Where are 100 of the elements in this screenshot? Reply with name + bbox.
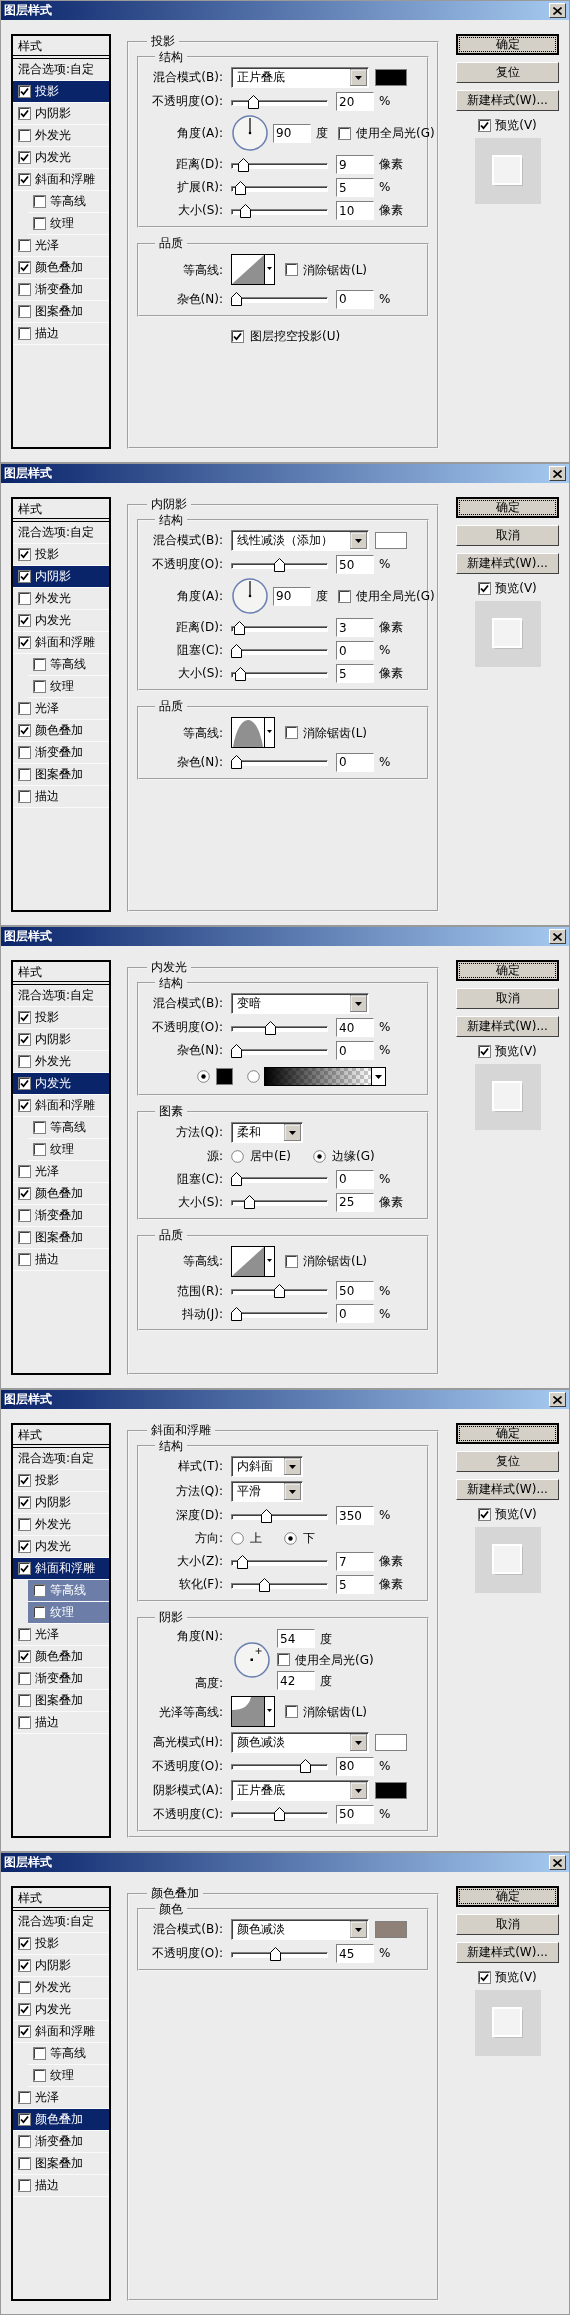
dropdown[interactable]: 线性减淡（添加） (231, 530, 369, 552)
checkbox[interactable] (18, 548, 31, 561)
slider-thumb[interactable] (274, 557, 285, 572)
checkbox[interactable] (18, 1959, 31, 1972)
dropdown[interactable]: 柔和 (231, 1121, 303, 1143)
checkbox[interactable] (18, 107, 31, 120)
close-button[interactable] (549, 1855, 566, 1870)
angle-dial[interactable] (231, 114, 269, 153)
slider-thumb[interactable] (231, 643, 242, 658)
style-list-item[interactable]: 内阴影 (13, 103, 109, 125)
style-list-item[interactable]: 光泽 (13, 1624, 109, 1646)
style-list-item[interactable]: 外发光 (13, 125, 109, 147)
style-list-item[interactable]: 外发光 (13, 1514, 109, 1536)
style-list-item[interactable]: 描边 (13, 2175, 109, 2197)
style-list-item[interactable]: 图案叠加 (13, 1690, 109, 1712)
checkbox[interactable] (18, 2003, 31, 2016)
checkbox[interactable] (33, 2069, 46, 2082)
checkbox[interactable] (285, 263, 298, 277)
checkbox[interactable] (18, 2113, 31, 2126)
checkbox[interactable] (33, 658, 46, 671)
dialog-button[interactable]: 新建样式(W)... (456, 1479, 559, 1500)
slider-thumb[interactable] (231, 1306, 242, 1321)
value-field[interactable]: 5 (336, 1575, 374, 1595)
dialog-button[interactable]: 取消 (456, 1914, 559, 1935)
checkbox[interactable] (18, 1033, 31, 1046)
style-list-item[interactable]: 颜色叠加 (13, 1183, 109, 1205)
style-list-item[interactable]: 斜面和浮雕 (13, 2021, 109, 2043)
slider-thumb[interactable] (274, 1807, 285, 1822)
style-list-item[interactable]: 外发光 (13, 1977, 109, 1999)
style-list-item[interactable]: 渐变叠加 (13, 1205, 109, 1227)
checkbox[interactable] (18, 2157, 31, 2170)
checkbox[interactable] (18, 1650, 31, 1663)
radio-button[interactable] (284, 1532, 297, 1546)
style-list-item[interactable]: 混合选项:自定 (13, 1911, 109, 1933)
contour-picker[interactable] (231, 1696, 275, 1728)
checkbox[interactable] (18, 261, 31, 274)
slider-thumb[interactable] (231, 292, 242, 307)
checkbox[interactable] (18, 1253, 31, 1266)
checkbox[interactable] (18, 592, 31, 605)
style-list-item[interactable]: 描边 (13, 1712, 109, 1734)
style-list-item[interactable]: 投影 (13, 1470, 109, 1492)
style-list-item[interactable]: 光泽 (13, 235, 109, 257)
checkbox[interactable] (18, 85, 31, 98)
dialog-button[interactable]: 新建样式(W)... (456, 1942, 559, 1963)
gradient-picker[interactable] (264, 1066, 386, 1086)
checkbox[interactable] (18, 1540, 31, 1553)
radio-button[interactable] (197, 1069, 210, 1083)
checkbox[interactable] (18, 1187, 31, 1200)
slider-thumb[interactable] (237, 1554, 248, 1569)
checkbox[interactable] (18, 702, 31, 715)
value-field[interactable]: 25 (336, 1192, 374, 1212)
dialog-button[interactable]: 取消 (456, 988, 559, 1009)
checkbox[interactable] (478, 1507, 492, 1521)
checkbox[interactable] (18, 2179, 31, 2192)
checkbox[interactable] (18, 724, 31, 737)
slider-thumb[interactable] (239, 203, 251, 218)
checkbox[interactable] (18, 1518, 31, 1531)
value-field[interactable]: 9 (336, 155, 374, 175)
checkbox[interactable] (18, 327, 31, 340)
checkbox[interactable] (18, 2135, 31, 2148)
value-field[interactable]: 80 (336, 1756, 374, 1776)
checkbox[interactable] (18, 768, 31, 781)
value-field[interactable]: 10 (336, 201, 374, 221)
checkbox[interactable] (338, 589, 351, 603)
dialog-button[interactable]: 确定 (456, 1886, 559, 1907)
dialog-button[interactable]: 确定 (456, 497, 559, 518)
slider-thumb[interactable] (235, 180, 247, 195)
value-field[interactable]: 50 (336, 555, 374, 575)
checkbox[interactable] (18, 2091, 31, 2104)
style-list-item[interactable]: 图案叠加 (13, 1227, 109, 1249)
value-field[interactable]: 0 (336, 1304, 374, 1324)
style-list-item[interactable]: 内发光 (13, 147, 109, 169)
checkbox[interactable] (18, 1937, 31, 1950)
style-list-item[interactable]: 斜面和浮雕 (13, 1095, 109, 1117)
contour-picker[interactable] (231, 1245, 275, 1277)
style-list-item[interactable]: 等高线 (28, 1117, 109, 1139)
dialog-button[interactable]: 确定 (456, 960, 559, 981)
value-field[interactable]: 50 (336, 1804, 374, 1824)
radio-button[interactable] (312, 1149, 326, 1163)
checkbox[interactable] (18, 614, 31, 627)
value-field[interactable]: 0 (336, 1169, 374, 1189)
checkbox[interactable] (33, 2047, 46, 2060)
radio-button[interactable] (231, 1149, 244, 1163)
slider-thumb[interactable] (231, 755, 242, 770)
style-list-item[interactable]: 斜面和浮雕 (13, 169, 109, 191)
slider-thumb[interactable] (243, 1195, 255, 1210)
checkbox[interactable] (33, 680, 46, 693)
checkbox[interactable] (18, 2025, 31, 2038)
style-list-item[interactable]: 内阴影 (13, 1492, 109, 1514)
checkbox[interactable] (18, 151, 31, 164)
dialog-button[interactable]: 新建样式(W)... (456, 553, 559, 574)
style-list-item[interactable]: 混合选项:自定 (13, 1448, 109, 1470)
checkbox[interactable] (33, 1606, 46, 1619)
dropdown[interactable]: 正片叠底 (231, 67, 369, 89)
checkbox[interactable] (277, 1653, 290, 1667)
style-list-item[interactable]: 外发光 (13, 588, 109, 610)
checkbox[interactable] (18, 1099, 31, 1112)
dropdown[interactable]: 平滑 (231, 1481, 303, 1503)
style-list-item[interactable]: 纹理 (28, 1602, 109, 1624)
checkbox[interactable] (18, 305, 31, 318)
